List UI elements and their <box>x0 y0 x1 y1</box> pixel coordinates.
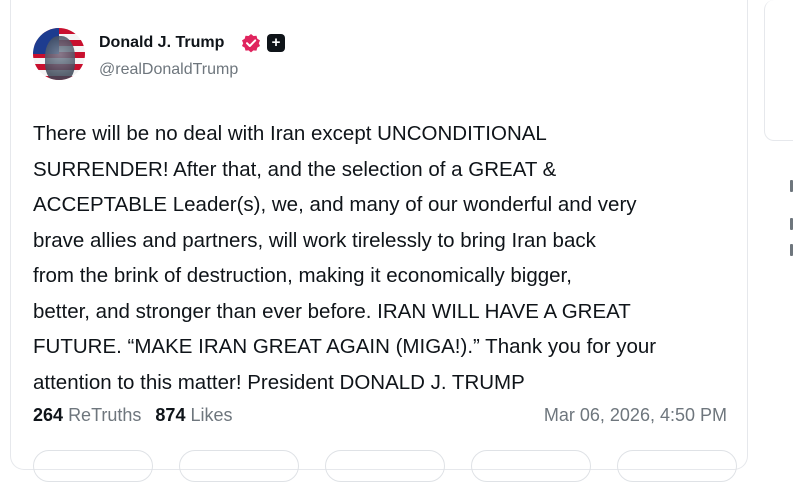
reply-action-button[interactable] <box>33 450 153 482</box>
retruths-count: 264 <box>33 405 64 425</box>
post-text: There will be no deal with Iran except U… <box>33 116 738 400</box>
likes-label: Likes <box>190 405 233 425</box>
side-panel-card <box>764 0 793 141</box>
side-panel <box>764 0 793 457</box>
likes-stat[interactable]: 874 Likes <box>155 405 232 425</box>
post-text-line: There will be no deal with Iran except U… <box>33 122 547 145</box>
avatar-portrait <box>45 36 75 80</box>
avatar[interactable] <box>33 28 85 80</box>
post-text-line: FUTURE. “MAKE IRAN GREAT AGAIN (MIGA!).”… <box>33 335 657 358</box>
post-card: Donald J. Trump + @realDonaldTrump There… <box>10 0 748 482</box>
post-stats: 264 ReTruths 874 Likes <box>33 405 233 426</box>
retruths-stat[interactable]: 264 ReTruths <box>33 405 141 425</box>
post-text-line: SURRENDER! After that, and the selection… <box>33 157 557 181</box>
verified-badge-icon <box>242 34 260 53</box>
post-text-line: from the brink of destruction, making it… <box>33 264 572 287</box>
post-text-line: attention to this matter! President DONA… <box>33 370 525 394</box>
likes-count: 874 <box>155 405 186 425</box>
author-name[interactable]: Donald J. Trump <box>99 34 224 52</box>
plus-badge-icon: + <box>267 34 285 52</box>
like-action-button[interactable] <box>325 450 445 482</box>
share-action-button[interactable] <box>471 450 591 482</box>
post-timestamp[interactable]: Mar 06, 2026, 4:50 PM <box>544 405 727 426</box>
author-handle[interactable]: @realDonaldTrump <box>99 61 238 79</box>
post-text-line: brave allies and partners, will work tir… <box>33 228 596 252</box>
retruth-action-button[interactable] <box>179 450 299 482</box>
retruths-label: ReTruths <box>68 405 142 425</box>
post-text-line: ACCEPTABLE Leader(s), we, and many of ou… <box>33 193 637 216</box>
post-text-line: better, and stronger than ever before. I… <box>33 299 631 323</box>
more-action-button[interactable] <box>617 450 737 482</box>
